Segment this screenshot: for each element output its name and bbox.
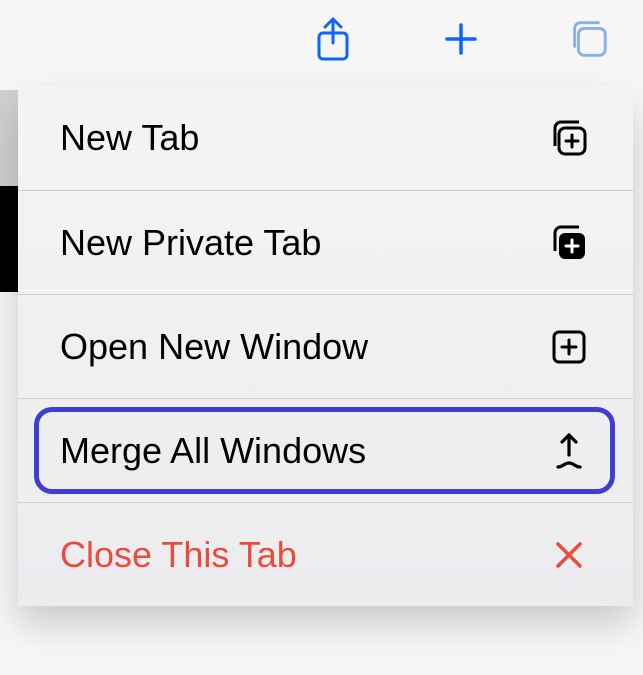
tabs-context-menu: New Tab New Private Tab Open New Window <box>18 86 633 606</box>
new-tab-toolbar-button[interactable] <box>437 15 485 63</box>
new-window-icon <box>547 325 591 369</box>
toolbar <box>0 0 643 78</box>
new-tab-icon <box>547 116 591 160</box>
background-dark-sliver <box>0 186 20 292</box>
tabs-toolbar-button[interactable] <box>565 15 613 63</box>
menu-item-open-new-window[interactable]: Open New Window <box>18 294 633 398</box>
menu-item-label: Merge All Windows <box>60 430 366 472</box>
plus-icon <box>439 17 483 61</box>
merge-icon <box>547 429 591 473</box>
menu-item-close-this-tab[interactable]: Close This Tab <box>18 502 633 606</box>
new-private-tab-icon <box>547 221 591 265</box>
close-icon <box>547 533 591 577</box>
menu-item-label: New Private Tab <box>60 222 321 264</box>
menu-item-merge-all-windows[interactable]: Merge All Windows <box>18 398 633 502</box>
share-button[interactable] <box>309 15 357 63</box>
menu-item-label: New Tab <box>60 117 199 159</box>
tabs-icon <box>567 17 611 61</box>
share-icon <box>311 17 355 61</box>
menu-item-label: Close This Tab <box>60 534 297 576</box>
menu-item-new-private-tab[interactable]: New Private Tab <box>18 190 633 294</box>
menu-item-label: Open New Window <box>60 326 368 368</box>
background-sliver <box>0 90 18 187</box>
menu-item-new-tab[interactable]: New Tab <box>18 86 633 190</box>
